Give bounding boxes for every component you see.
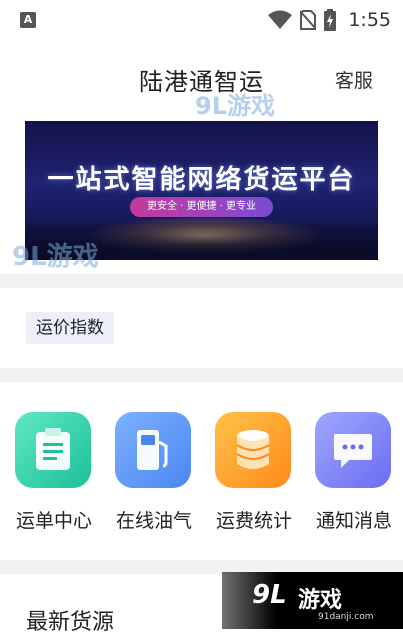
feature-tile xyxy=(15,412,91,488)
watermark-logo-mark: 9L xyxy=(252,580,287,610)
watermark-banner: 9L 游戏 91danji.com xyxy=(222,572,403,629)
fuel-pump-icon xyxy=(137,430,168,470)
coin-stack-icon xyxy=(236,430,270,469)
feature-label: 运单中心 xyxy=(15,510,92,532)
feature-tile xyxy=(215,412,291,488)
watermark-logo-text: 游戏 xyxy=(298,588,343,613)
clipboard-icon xyxy=(36,428,70,470)
feature-label: 运费统计 xyxy=(215,510,292,532)
section-divider xyxy=(0,274,403,288)
status-icons: 1:55 xyxy=(268,8,391,32)
feature-label: 通知消息 xyxy=(315,510,392,532)
freight-index-tab[interactable]: 运价指数 xyxy=(26,312,114,344)
feature-label: 在线油气 xyxy=(115,510,192,532)
message-icon xyxy=(334,434,372,468)
notification-badge-icon: A xyxy=(20,12,36,28)
status-bar: A 1:55 xyxy=(0,0,403,38)
banner-headline: 一站式智能网络货运平台 xyxy=(47,165,356,195)
banner-slogan: 更安全 · 更便捷 · 更专业 xyxy=(130,197,273,217)
no-sim-icon xyxy=(300,10,317,30)
latest-cargo-heading: 最新货源 xyxy=(26,610,115,635)
customer-service-button[interactable]: 客服 xyxy=(335,66,373,93)
wifi-icon xyxy=(268,10,293,29)
section-divider xyxy=(0,368,403,382)
watermark-logo: 9L游戏 xyxy=(12,242,99,272)
clock: 1:55 xyxy=(348,9,391,31)
watermark-logo: 9L游戏 xyxy=(195,92,275,120)
watermark-url: 91danji.com xyxy=(318,612,374,622)
promo-banner[interactable]: 一站式智能网络货运平台 更安全 · 更便捷 · 更专业 xyxy=(25,121,378,260)
feature-tile xyxy=(115,412,191,488)
battery-charging-icon xyxy=(324,9,337,31)
feature-tile xyxy=(315,412,391,488)
